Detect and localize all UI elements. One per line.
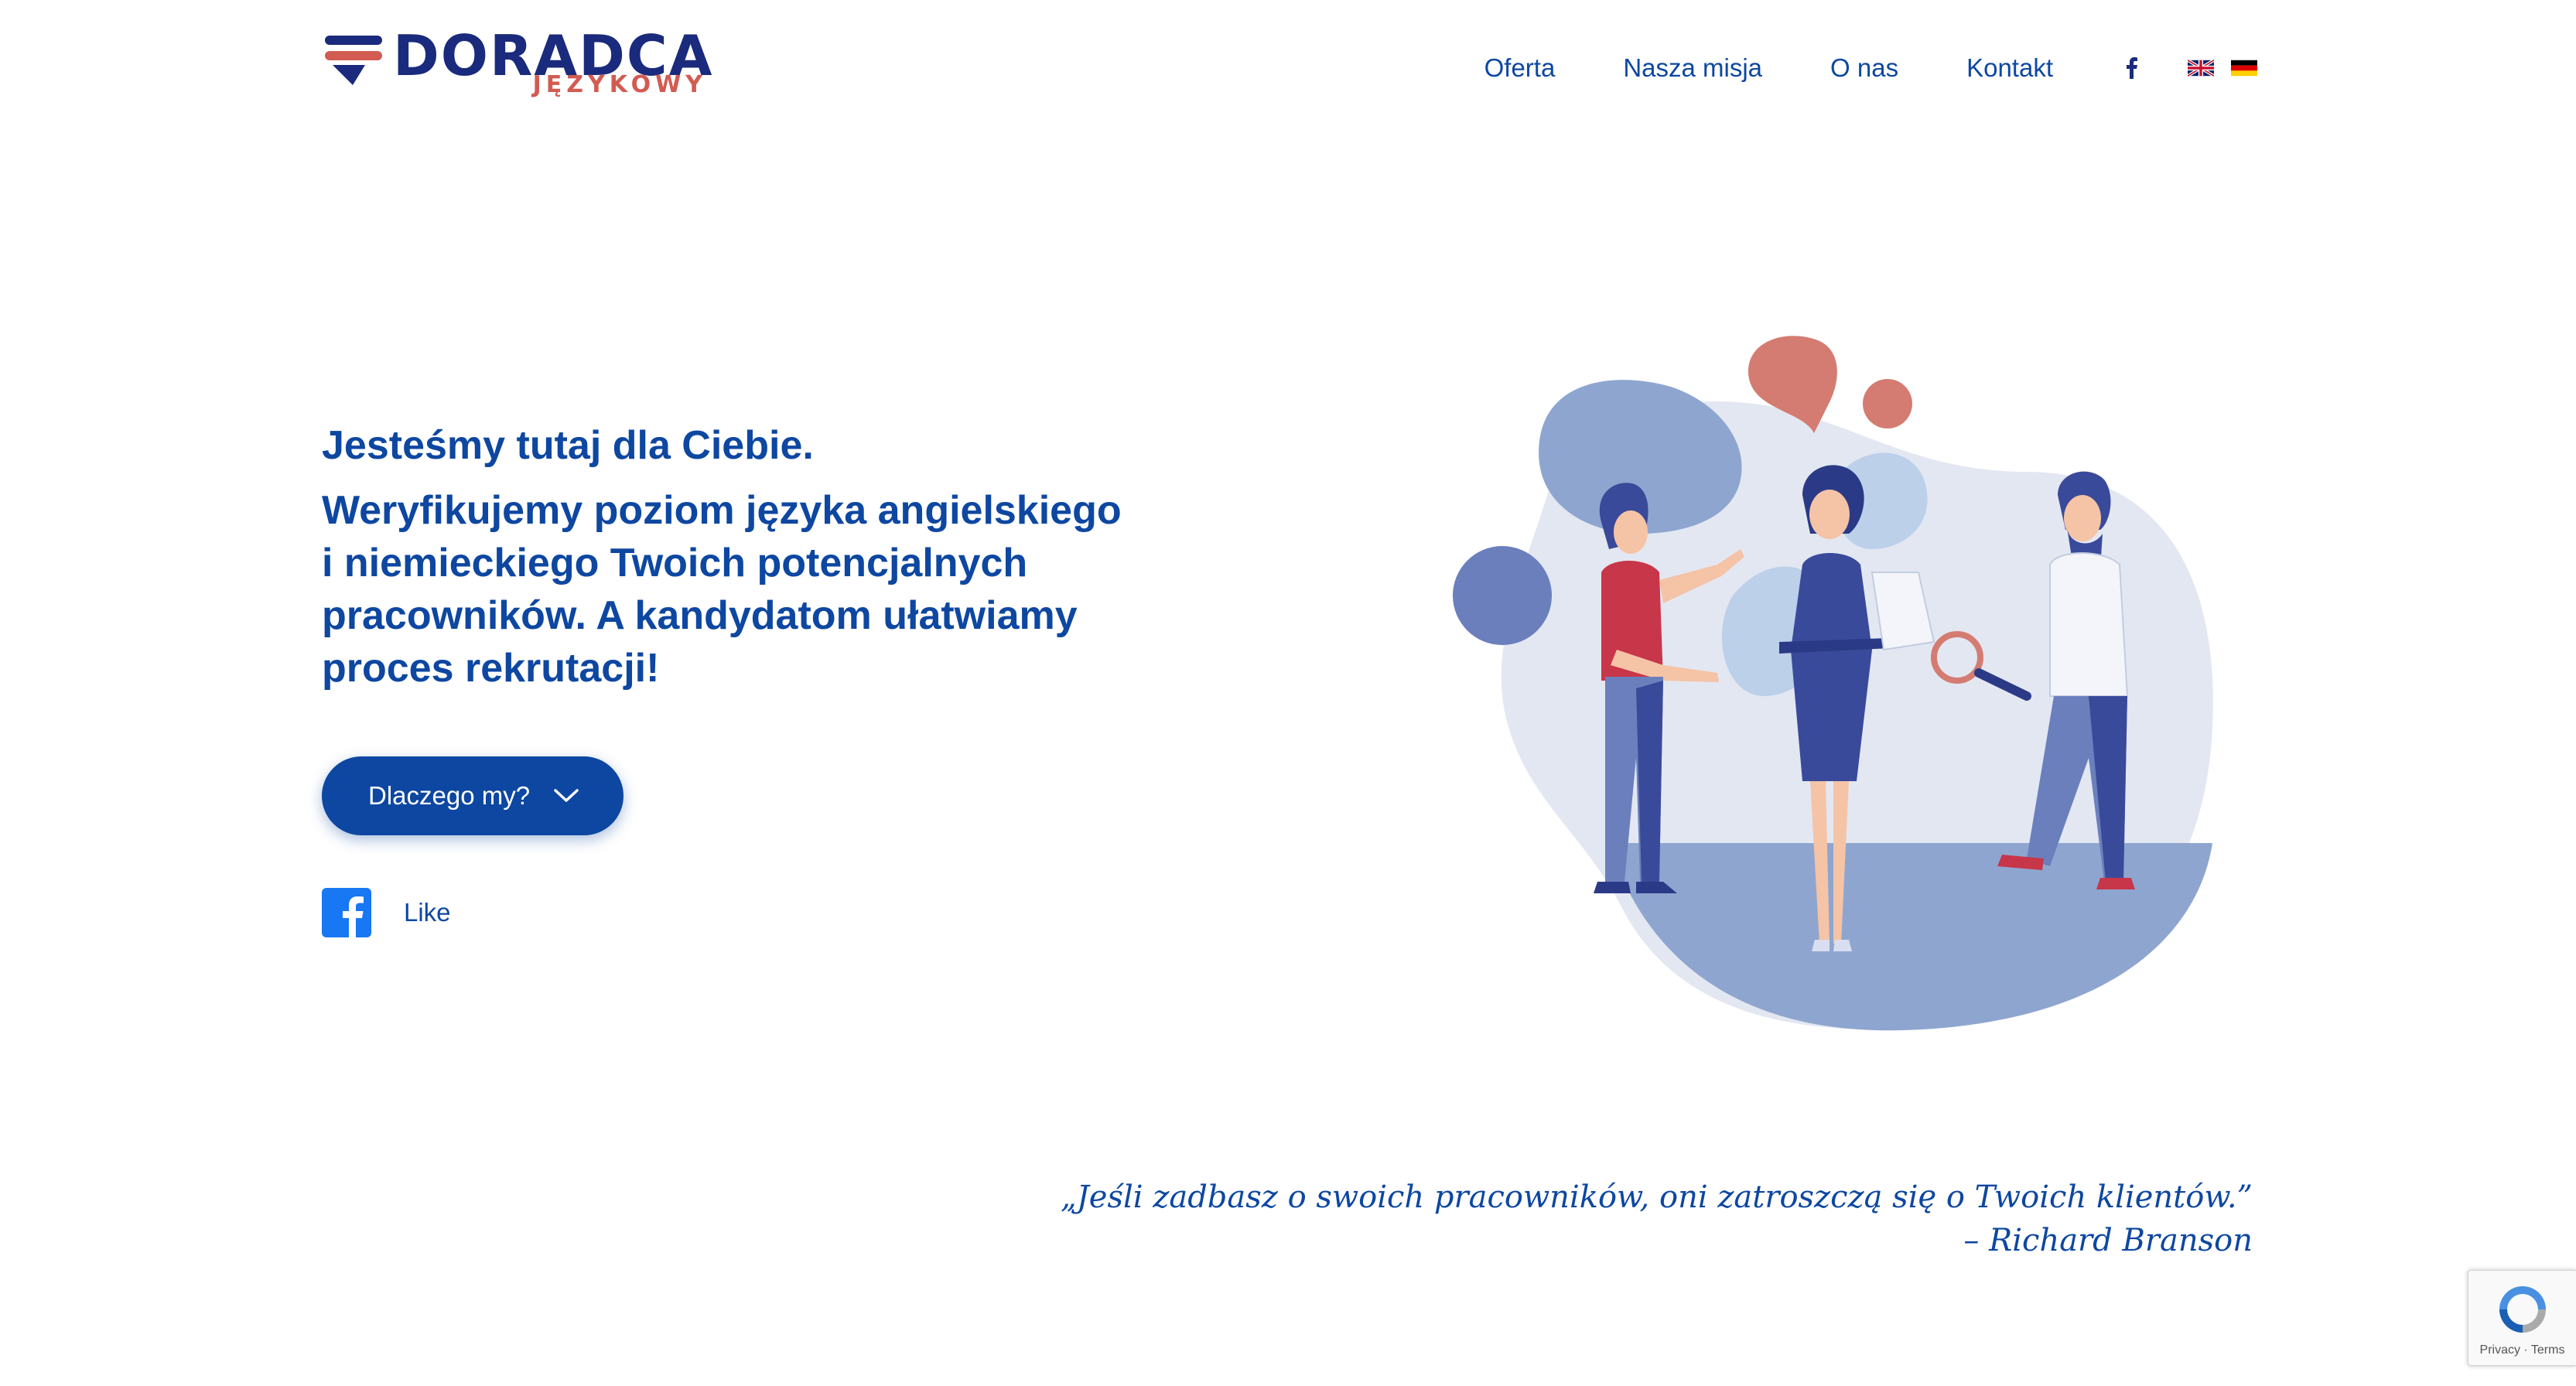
small-circle-shape (1863, 379, 1912, 428)
why-us-button-label: Dlaczego my? (368, 781, 531, 810)
hero-section: Jesteśmy tutaj dla Ciebie. Weryfikujemy … (322, 421, 1273, 695)
hero-illustration (1453, 336, 2213, 1031)
why-us-button[interactable]: Dlaczego my? (322, 756, 624, 835)
germany-flag-icon[interactable] (2231, 60, 2257, 77)
nav-item-kontakt[interactable]: Kontakt (1966, 53, 2053, 84)
hero-subtitle: Jesteśmy tutaj dla Ciebie. (322, 423, 814, 468)
hero-title: Weryfikujemy poziom języka angielskiego … (322, 484, 1273, 695)
site-logo[interactable]: DORADCA JĘZYKOWY (322, 23, 724, 105)
recaptcha-terms-link[interactable]: Terms (2531, 1343, 2565, 1357)
quote-block: „Jeśli zadbasz o swoich pracowników, oni… (1061, 1176, 2253, 1262)
recaptcha-badge[interactable]: Privacy · Terms (2468, 1270, 2576, 1366)
facebook-icon (322, 888, 371, 937)
hero-title-line: proces rekrutacji! (322, 646, 660, 691)
logo-subtitle: JĘZYKOWY (532, 71, 707, 98)
circle-shape (1453, 546, 1552, 645)
chevron-down-icon (554, 789, 579, 802)
page: DORADCA JĘZYKOWY Oferta Nasza misja O na… (0, 0, 2576, 1386)
nav-item-o-nas[interactable]: O nas (1830, 53, 1898, 84)
main-nav: Oferta Nasza misja O nas Kontakt (1484, 53, 2257, 84)
quote-author: – Richard Branson (1963, 1223, 2253, 1258)
recaptcha-links: Privacy · Terms (2479, 1343, 2565, 1357)
facebook-icon[interactable] (2123, 57, 2140, 79)
nav-item-nasza-misja[interactable]: Nasza misja (1623, 53, 1762, 84)
recaptcha-privacy-link[interactable]: Privacy (2480, 1343, 2520, 1357)
logo-mark-icon (325, 36, 382, 85)
hero-title-line: i niemieckiego Twoich potencjalnych (322, 541, 1028, 585)
hero-title-line: pracowników. A kandydatom ułatwiamy (322, 593, 1078, 638)
recaptcha-icon (2499, 1286, 2546, 1333)
like-label: Like (404, 898, 451, 927)
uk-flag-icon[interactable] (2188, 60, 2214, 77)
social-language-links (2123, 57, 2257, 79)
hero-title-line: Weryfikujemy poziom języka angielskiego (322, 488, 1122, 533)
facebook-like[interactable]: Like (322, 888, 451, 937)
quote-text: „Jeśli zadbasz o swoich pracowników, oni… (1061, 1179, 2253, 1215)
nav-item-oferta[interactable]: Oferta (1484, 53, 1556, 84)
